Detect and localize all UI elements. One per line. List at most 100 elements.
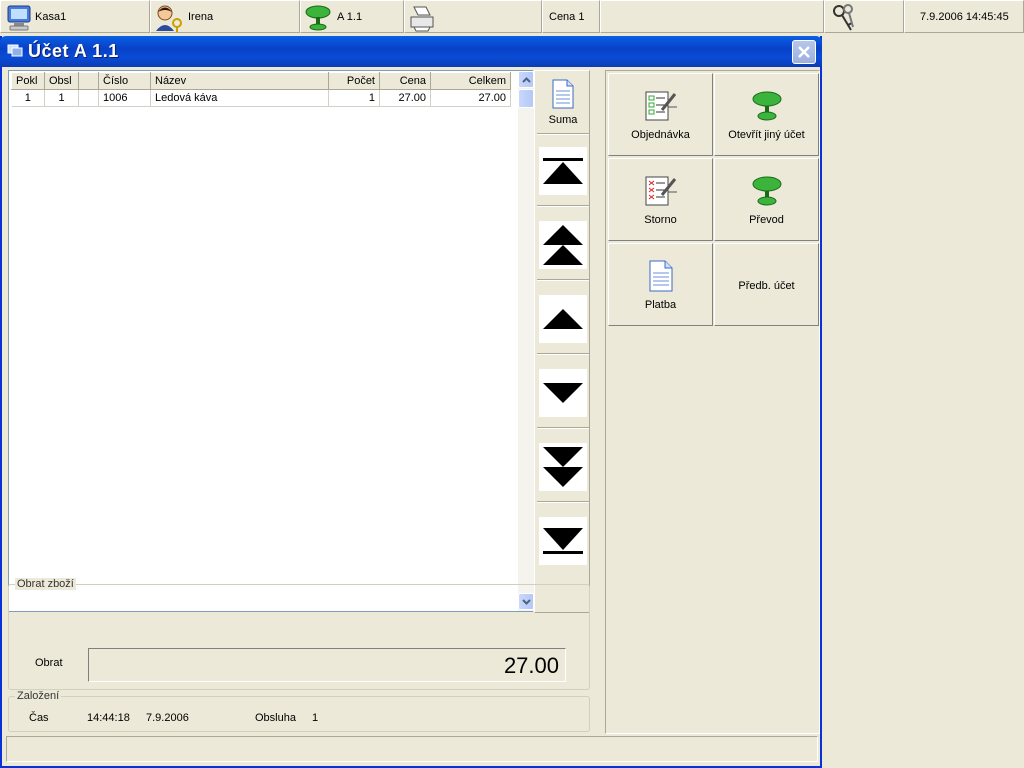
row-down-button[interactable]: [537, 367, 589, 419]
founded-group: Založení Čas 14:44:18 7.9.2006 Obsluha 1: [8, 690, 590, 732]
founded-legend: Založení: [15, 690, 62, 702]
col-header-cena[interactable]: Cena: [379, 72, 431, 90]
payment-button[interactable]: Platba: [608, 243, 713, 326]
nav-separator: [537, 427, 589, 429]
datetime-cell: 7.9.2006 14:45:45: [904, 0, 1024, 33]
items-table: Pokl Obsl Číslo Název Počet Cena Celkem …: [11, 72, 511, 107]
arrow-top-icon: [543, 158, 583, 184]
nav-separator: [537, 353, 589, 355]
document-icon: [609, 260, 712, 292]
topbar-empty-cell: [600, 0, 824, 33]
col-header-cislo[interactable]: Číslo: [98, 72, 151, 90]
open-other-bill-button[interactable]: Otevřít jiný účet: [714, 73, 819, 156]
turnover-label: Obrat: [35, 657, 63, 669]
dialog-title: Účet A 1.1: [28, 41, 119, 61]
cell-obsl: 1: [44, 89, 79, 107]
status-bar: [6, 736, 818, 762]
prebill-label: Předb. účet: [738, 280, 795, 292]
window-icon: [7, 44, 23, 61]
grid-scrollbar[interactable]: [518, 71, 534, 611]
founded-time-label: Čas: [29, 712, 49, 724]
double-arrow-down-icon: [543, 447, 583, 487]
table-icon: [715, 175, 818, 207]
storno-button[interactable]: Storno: [608, 158, 713, 241]
dialog-title-bar[interactable]: Účet A 1.1: [0, 36, 822, 67]
col-header-pokl[interactable]: Pokl: [11, 72, 45, 90]
cell-celkem: 27.00: [430, 89, 511, 107]
document-icon: [551, 79, 575, 112]
suma-button[interactable]: Suma: [537, 73, 589, 131]
printer-cell[interactable]: [404, 0, 542, 33]
close-icon: [798, 46, 810, 58]
transfer-label: Převod: [749, 214, 784, 226]
nav-separator: [537, 501, 589, 503]
double-arrow-up-icon: [543, 225, 583, 265]
row-up-button[interactable]: [537, 293, 589, 345]
bill-dialog: Účet A 1.1 Pokl Obsl Číslo Název Počet C…: [0, 36, 822, 768]
order-checklist-icon: [609, 90, 712, 122]
transfer-button[interactable]: Převod: [714, 158, 819, 241]
turnover-value: 27.00: [88, 648, 566, 682]
keys-icon: [831, 3, 859, 36]
nav-separator: [537, 205, 589, 207]
staff-label: Obsluha: [255, 712, 296, 724]
user-key-icon: [153, 3, 185, 36]
keys-cell[interactable]: [824, 0, 904, 33]
nav-separator: [537, 133, 589, 135]
user-cell[interactable]: Irena: [150, 0, 300, 33]
scroll-up-button[interactable]: [518, 71, 534, 88]
navigation-column: Suma: [534, 70, 590, 613]
register-name: Kasa1: [35, 11, 67, 23]
scroll-bottom-button[interactable]: [537, 515, 589, 567]
col-header-nazev[interactable]: Název: [150, 72, 329, 90]
turnover-group: Obrat zboží Obrat 27.00: [8, 578, 590, 690]
nav-separator: [537, 279, 589, 281]
computer-icon: [4, 3, 34, 36]
order-label: Objednávka: [631, 129, 690, 141]
price-level-cell[interactable]: Cena 1: [542, 0, 600, 33]
founded-time: 14:44:18: [87, 712, 130, 724]
scroll-thumb[interactable]: [518, 89, 534, 108]
table-name: A 1.1: [337, 11, 363, 23]
storno-checklist-icon: [609, 175, 712, 207]
storno-label: Storno: [644, 214, 677, 226]
order-button[interactable]: Objednávka: [608, 73, 713, 156]
actions-panel: Objednávka Otevřít jiný účet Storno Přev…: [605, 70, 820, 734]
cell-pokl: 1: [11, 89, 45, 107]
turnover-legend: Obrat zboží: [15, 578, 76, 590]
table-icon: [304, 3, 332, 36]
payment-label: Platba: [644, 299, 677, 311]
top-bar: Kasa1 Irena A 1.1 Cena 1 7.9.2006 14:45:…: [0, 0, 1024, 34]
price-level: Cena 1: [549, 11, 585, 23]
current-datetime: 7.9.2006 14:45:45: [920, 11, 1009, 23]
open-other-label: Otevřít jiný účet: [728, 129, 805, 141]
cell-blank: [78, 89, 99, 107]
suma-label: Suma: [548, 113, 578, 126]
page-up-button[interactable]: [537, 219, 589, 271]
arrow-up-icon: [543, 309, 583, 329]
col-header-obsl[interactable]: Obsl: [44, 72, 79, 90]
table-icon: [715, 90, 818, 122]
scroll-top-button[interactable]: [537, 145, 589, 197]
cell-cena: 27.00: [379, 89, 431, 107]
col-header-celkem[interactable]: Celkem: [430, 72, 511, 90]
arrow-bottom-icon: [543, 528, 583, 554]
table-row[interactable]: 1 1 1006 Ledová káva 1 27.00 27.00: [11, 89, 511, 107]
arrow-down-icon: [543, 383, 583, 403]
register-cell[interactable]: Kasa1: [0, 0, 150, 33]
cell-pocet: 1: [328, 89, 380, 107]
items-grid[interactable]: Pokl Obsl Číslo Název Počet Cena Celkem …: [8, 70, 534, 612]
col-header-pocet[interactable]: Počet: [328, 72, 380, 90]
table-cell[interactable]: A 1.1: [300, 0, 404, 33]
user-name: Irena: [188, 11, 214, 23]
cell-cislo: 1006: [98, 89, 151, 107]
close-button[interactable]: [792, 40, 816, 64]
founded-date: 7.9.2006: [146, 712, 189, 724]
prebill-button[interactable]: Předb. účet: [714, 243, 819, 326]
col-header-blank[interactable]: [78, 72, 99, 90]
staff-value: 1: [312, 712, 319, 724]
printer-icon: [408, 3, 436, 36]
page-down-button[interactable]: [537, 441, 589, 493]
grid-header-row: Pokl Obsl Číslo Název Počet Cena Celkem: [11, 72, 511, 90]
cell-nazev: Ledová káva: [150, 89, 329, 107]
